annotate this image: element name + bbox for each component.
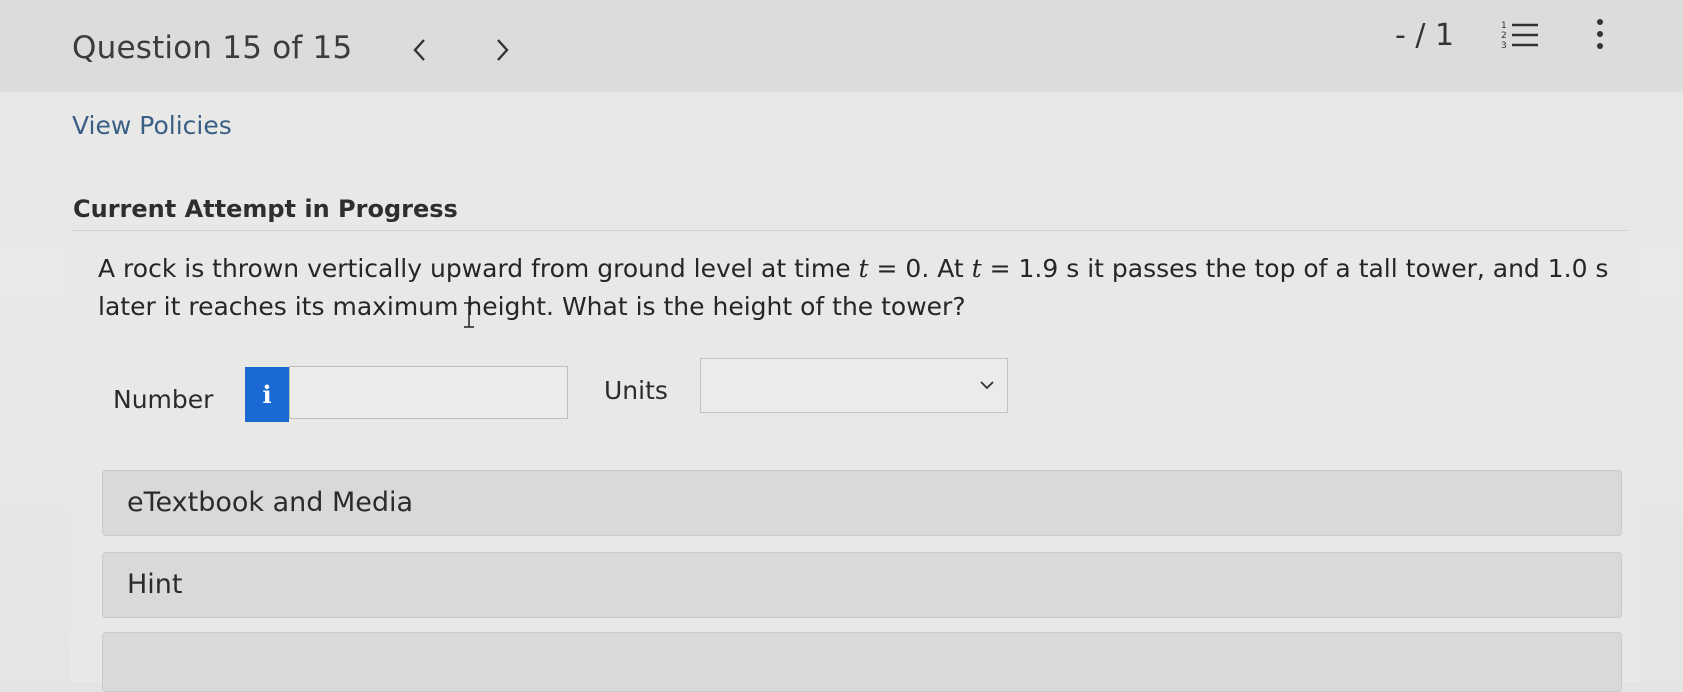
section-divider: [72, 230, 1627, 231]
view-policies-link[interactable]: View Policies: [72, 111, 232, 140]
number-label: Number: [113, 385, 214, 414]
accordion-label: Hint: [127, 569, 183, 600]
number-input[interactable]: [289, 366, 568, 419]
question-text-part: A rock is thrown vertically upward from …: [98, 254, 859, 283]
numbered-list-icon[interactable]: 1 2 3: [1500, 18, 1540, 52]
more-options-icon[interactable]: [1590, 14, 1610, 54]
score-display: - / 1: [1395, 18, 1455, 53]
chevron-left-icon: [413, 39, 425, 61]
hint-accordion[interactable]: Hint: [102, 552, 1622, 618]
chevron-down-icon: [980, 381, 994, 390]
question-text: A rock is thrown vertically upward from …: [98, 250, 1628, 326]
variable-t: t: [971, 254, 982, 283]
svg-text:2: 2: [1501, 31, 1507, 41]
svg-text:3: 3: [1501, 41, 1507, 51]
chevron-right-icon: [497, 39, 509, 61]
etextbook-media-accordion[interactable]: eTextbook and Media: [102, 470, 1622, 536]
accordion-label: eTextbook and Media: [127, 487, 414, 518]
previous-question-button[interactable]: [405, 30, 435, 70]
units-select[interactable]: [700, 358, 1008, 413]
variable-t: t: [858, 254, 869, 283]
question-title: Question 15 of 15: [72, 30, 353, 66]
svg-text:1: 1: [1501, 21, 1507, 31]
info-button[interactable]: i: [245, 367, 289, 422]
next-question-button[interactable]: [487, 30, 517, 70]
next-accordion[interactable]: [102, 632, 1622, 692]
text-cursor-icon: [464, 302, 474, 328]
units-label: Units: [604, 376, 668, 405]
question-header: Question 15 of 15 - / 1 1 2 3: [0, 0, 1683, 92]
attempt-heading: Current Attempt in Progress: [73, 195, 458, 223]
question-text-part: = 0. At: [868, 254, 972, 283]
